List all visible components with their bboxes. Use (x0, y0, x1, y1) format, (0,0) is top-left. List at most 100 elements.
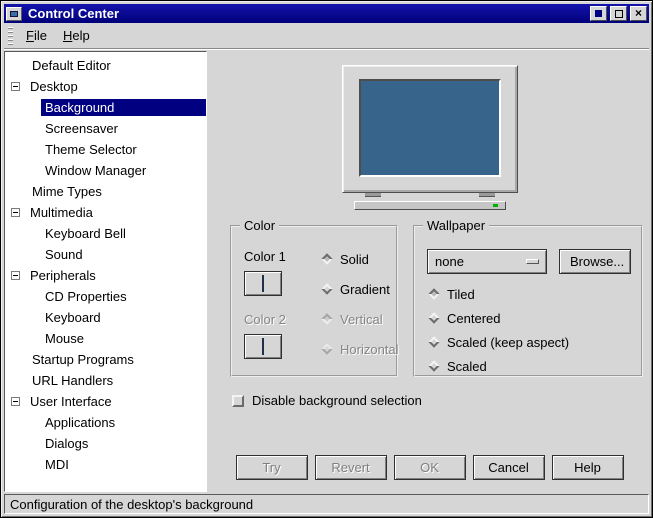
sidebar-item-mouse[interactable]: Mouse (5, 328, 206, 349)
radio-icon (321, 343, 332, 354)
color1-label: Color 1 (244, 249, 306, 264)
sidebar-item-label: Multimedia (26, 204, 97, 221)
maximize-icon (615, 10, 623, 18)
sidebar-item-default-editor[interactable]: Default Editor (5, 55, 206, 76)
maximize-button[interactable] (610, 6, 627, 21)
sidebar-item-background[interactable]: Background (5, 97, 206, 118)
window-title: Control Center (25, 6, 587, 21)
menubar: FileHelp (4, 23, 649, 49)
disable-background-checkbox[interactable] (232, 395, 244, 407)
menubar-items: FileHelp (18, 25, 98, 46)
sidebar-item-dialogs[interactable]: Dialogs (5, 433, 206, 454)
sidebar-item-keyboard-bell[interactable]: Keyboard Bell (5, 223, 206, 244)
radio-icon (428, 288, 439, 299)
content-area: Default EditorDesktopBackgroundScreensav… (4, 51, 649, 492)
menu-grip-handle[interactable] (8, 27, 13, 45)
sidebar-item-screensaver[interactable]: Screensaver (5, 118, 206, 139)
menu-file[interactable]: File (18, 25, 55, 46)
color-radio-vertical: Vertical (320, 311, 399, 327)
sidebar-item-label: Mime Types (28, 183, 106, 200)
sidebar-item-label: Window Manager (41, 162, 150, 179)
color-mode-radios: Solid Gradient Vertical Horizontal (320, 249, 399, 367)
dropdown-indicator-icon (526, 259, 539, 264)
radio-label: Scaled (keep aspect) (447, 335, 569, 350)
color1-swatch (262, 275, 264, 292)
pane-splitter[interactable] (207, 51, 214, 492)
color-group-title: Color (240, 218, 279, 233)
sidebar-item-label: Peripherals (26, 267, 100, 284)
disable-background-selection-option[interactable]: Disable background selection (232, 393, 641, 408)
revert-button: Revert (315, 455, 387, 480)
radio-label: Gradient (340, 282, 390, 297)
sidebar-item-applications[interactable]: Applications (5, 412, 206, 433)
background-settings-panel: Color Color 1 Color 2 SolidGradientVerti… (214, 51, 649, 492)
monitor-feet (365, 193, 495, 197)
radio-icon (428, 336, 439, 347)
color-group: Color Color 1 Color 2 SolidGradientVerti… (230, 225, 398, 377)
wallpaper-radio-tiled[interactable]: Tiled (427, 286, 631, 302)
sidebar-item-label: Theme Selector (41, 141, 141, 158)
sidebar-item-mdi[interactable]: MDI (5, 454, 206, 475)
sidebar-item-startup-programs[interactable]: Startup Programs (5, 349, 206, 370)
help-button[interactable]: Help (552, 455, 624, 480)
close-button[interactable]: × (630, 6, 647, 21)
sidebar-item-label: Startup Programs (28, 351, 138, 368)
sidebar-item-window-manager[interactable]: Window Manager (5, 160, 206, 181)
sidebar-item-multimedia[interactable]: Multimedia (5, 202, 206, 223)
minimize-button[interactable] (590, 6, 607, 21)
cancel-button[interactable]: Cancel (473, 455, 545, 480)
wallpaper-radio-centered[interactable]: Centered (427, 310, 631, 326)
radio-label: Scaled (447, 359, 487, 374)
radio-icon (321, 253, 332, 264)
color-radio-gradient[interactable]: Gradient (320, 281, 399, 297)
sidebar-item-label: Keyboard Bell (41, 225, 130, 242)
color1-button[interactable] (244, 271, 282, 296)
sidebar-item-mime-types[interactable]: Mime Types (5, 181, 206, 202)
statusbar: Configuration of the desktop's backgroun… (4, 494, 649, 514)
sidebar-item-url-handlers[interactable]: URL Handlers (5, 370, 206, 391)
sidebar-item-label: User Interface (26, 393, 116, 410)
dialog-action-buttons: Try Revert OK Cancel Help (218, 455, 641, 480)
tree-expander-icon[interactable] (11, 271, 20, 280)
sidebar-item-label: MDI (41, 456, 73, 473)
try-button: Try (236, 455, 308, 480)
statusbar-text: Configuration of the desktop's backgroun… (10, 497, 253, 512)
tree-expander-icon[interactable] (11, 208, 20, 217)
wallpaper-radio-scaled[interactable]: Scaled (427, 358, 631, 374)
monitor-foot (479, 193, 495, 197)
wallpaper-radio-scaled-keep-aspect[interactable]: Scaled (keep aspect) (427, 334, 631, 350)
menu-help[interactable]: Help (55, 25, 98, 46)
wallpaper-dropdown-value: none (435, 254, 464, 269)
sidebar-item-desktop[interactable]: Desktop (5, 76, 206, 97)
sidebar-item-theme-selector[interactable]: Theme Selector (5, 139, 206, 160)
browse-button[interactable]: Browse... (559, 249, 631, 274)
monitor-foot (365, 193, 381, 197)
radio-label: Solid (340, 252, 369, 267)
sidebar-item-cd-properties[interactable]: CD Properties (5, 286, 206, 307)
keyboard-graphic (354, 201, 506, 210)
preview-screen (359, 79, 501, 177)
ok-button: OK (394, 455, 466, 480)
sidebar-item-user-interface[interactable]: User Interface (5, 391, 206, 412)
wallpaper-mode-radios: Tiled Centered Scaled (keep aspect) Scaled (427, 286, 631, 374)
radio-label: Centered (447, 311, 500, 326)
sidebar-item-peripherals[interactable]: Peripherals (5, 265, 206, 286)
sidebar-item-label: CD Properties (41, 288, 131, 305)
tree-expander-icon[interactable] (11, 397, 20, 406)
sidebar-item-label: Applications (41, 414, 119, 431)
control-center-window: Control Center × FileHelp Default Editor… (0, 0, 653, 518)
close-icon: × (635, 7, 642, 19)
color2-swatch (262, 338, 264, 355)
wallpaper-dropdown[interactable]: none (427, 249, 547, 274)
sidebar-item-label: Dialogs (41, 435, 92, 452)
sidebar-item-keyboard[interactable]: Keyboard (5, 307, 206, 328)
titlebar[interactable]: Control Center × (4, 4, 649, 23)
radio-icon (428, 312, 439, 323)
settings-groups: Color Color 1 Color 2 SolidGradientVerti… (218, 225, 641, 377)
tree-expander-icon[interactable] (11, 82, 20, 91)
window-menu-icon[interactable] (6, 7, 22, 21)
color-radio-solid[interactable]: Solid (320, 251, 399, 267)
sidebar-item-sound[interactable]: Sound (5, 244, 206, 265)
color-radio-horizontal: Horizontal (320, 341, 399, 357)
wallpaper-group: Wallpaper none Browse... TiledCenteredSc… (413, 225, 643, 377)
